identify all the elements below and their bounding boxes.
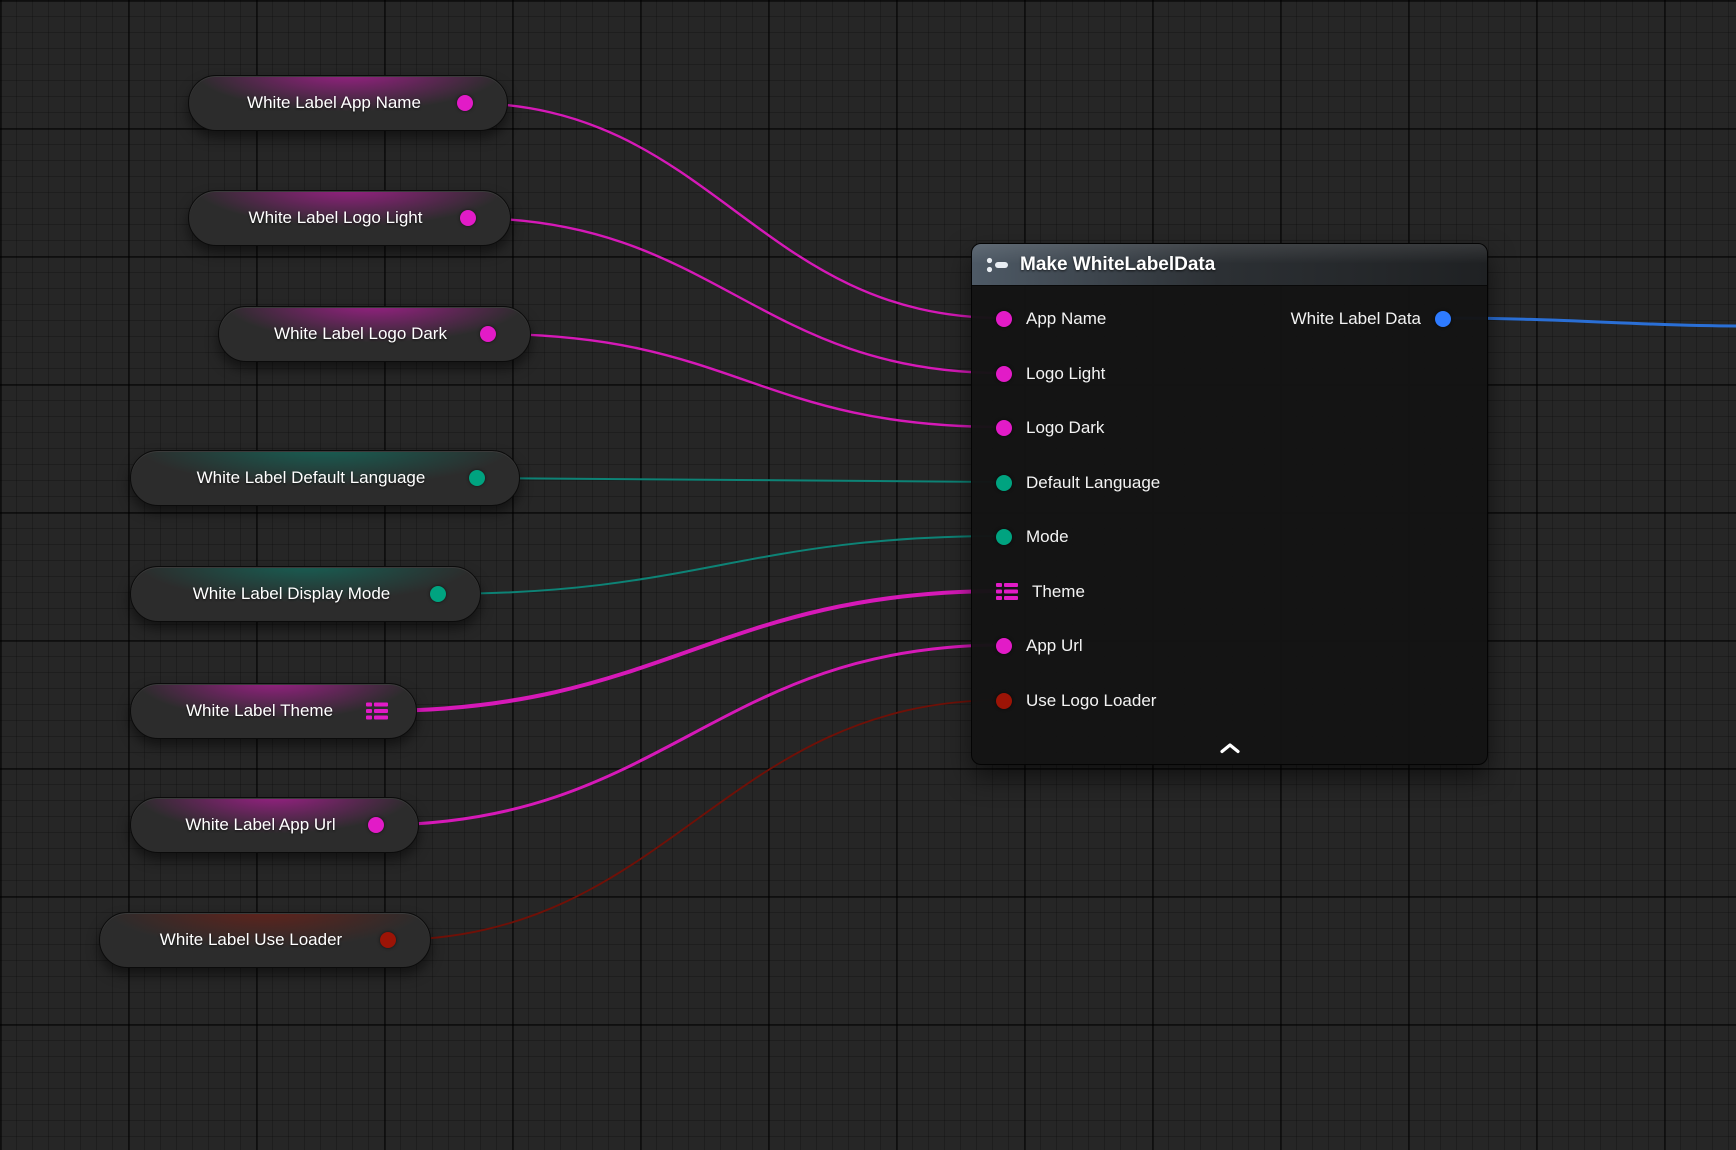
pin-row-mode: Mode (972, 510, 1487, 565)
pin-row-logo-dark: Logo Dark (972, 401, 1487, 456)
string-input-pin[interactable] (996, 311, 1012, 327)
node-header[interactable]: Make WhiteLabelData (972, 244, 1487, 286)
getter-node-default-language[interactable]: White Label Default Language (130, 450, 520, 506)
getter-label: White Label Theme (166, 701, 381, 721)
getter-label: White Label App Name (227, 93, 469, 113)
enum-input-pin[interactable] (996, 529, 1012, 545)
graph-canvas[interactable]: White Label App Name White Label Logo Li… (0, 0, 1736, 1150)
getter-node-theme[interactable]: White Label Theme (130, 683, 417, 739)
struct-output-pin[interactable] (1435, 311, 1451, 327)
struct-input-pin[interactable] (996, 583, 1018, 600)
wire-default-language[interactable] (478, 478, 1003, 482)
pin-row-default-language: Default Language (972, 456, 1487, 511)
getter-label: White Label Display Mode (173, 584, 438, 604)
input-pin-label: Theme (1032, 582, 1085, 602)
wire-display-mode[interactable] (439, 536, 1003, 594)
input-pin-label: Use Logo Loader (1026, 691, 1156, 711)
enum-input-pin[interactable] (996, 475, 1012, 491)
getter-node-logo-dark[interactable]: White Label Logo Dark (218, 306, 531, 362)
node-title: Make WhiteLabelData (1020, 254, 1215, 276)
input-pin-label: Logo Light (1026, 364, 1105, 384)
input-pin-label: Mode (1026, 527, 1069, 547)
wire-logo-light[interactable] (469, 218, 1003, 373)
getter-node-app-url[interactable]: White Label App Url (130, 797, 419, 853)
make-struct-icon (986, 257, 1010, 273)
getter-node-app-name[interactable]: White Label App Name (188, 75, 508, 131)
wire-logo-dark[interactable] (489, 334, 1003, 427)
getter-label: White Label Default Language (177, 468, 474, 488)
input-pin-label: Default Language (1026, 473, 1160, 493)
getter-node-logo-light[interactable]: White Label Logo Light (188, 190, 511, 246)
getter-label: White Label Use Loader (140, 930, 390, 950)
string-input-pin[interactable] (996, 366, 1012, 382)
wire-app-url[interactable] (377, 645, 1003, 825)
input-pin-label: App Name (1026, 309, 1106, 329)
input-pin-list: App Name Logo Light Logo Dark Default La… (972, 292, 1487, 728)
getter-label: White Label Logo Light (229, 208, 471, 228)
input-pin-label: App Url (1026, 636, 1083, 656)
getter-node-display-mode[interactable]: White Label Display Mode (130, 566, 481, 622)
input-pin-label: Logo Dark (1026, 418, 1104, 438)
wire-app-name[interactable] (466, 103, 1003, 318)
getter-label: White Label App Url (165, 815, 383, 835)
pin-row-theme: Theme (972, 565, 1487, 620)
getter-node-use-loader[interactable]: White Label Use Loader (99, 912, 431, 968)
chevron-up-icon (1219, 742, 1241, 754)
output-pin-label: White Label Data (1291, 309, 1421, 329)
string-input-pin[interactable] (996, 638, 1012, 654)
pin-row-use-logo-loader: Use Logo Loader (972, 674, 1487, 729)
wire-use-loader[interactable] (389, 700, 1003, 940)
bool-input-pin[interactable] (996, 693, 1012, 709)
getter-label: White Label Logo Dark (254, 324, 495, 344)
pin-row-app-url: App Url (972, 619, 1487, 674)
string-input-pin[interactable] (996, 420, 1012, 436)
pin-row-logo-light: Logo Light (972, 347, 1487, 402)
pin-row-output: White Label Data (1291, 292, 1487, 347)
collapse-chevron-button[interactable] (1208, 737, 1252, 759)
make-whitelabeldata-node[interactable]: Make WhiteLabelData App Name Logo Light … (971, 243, 1488, 765)
